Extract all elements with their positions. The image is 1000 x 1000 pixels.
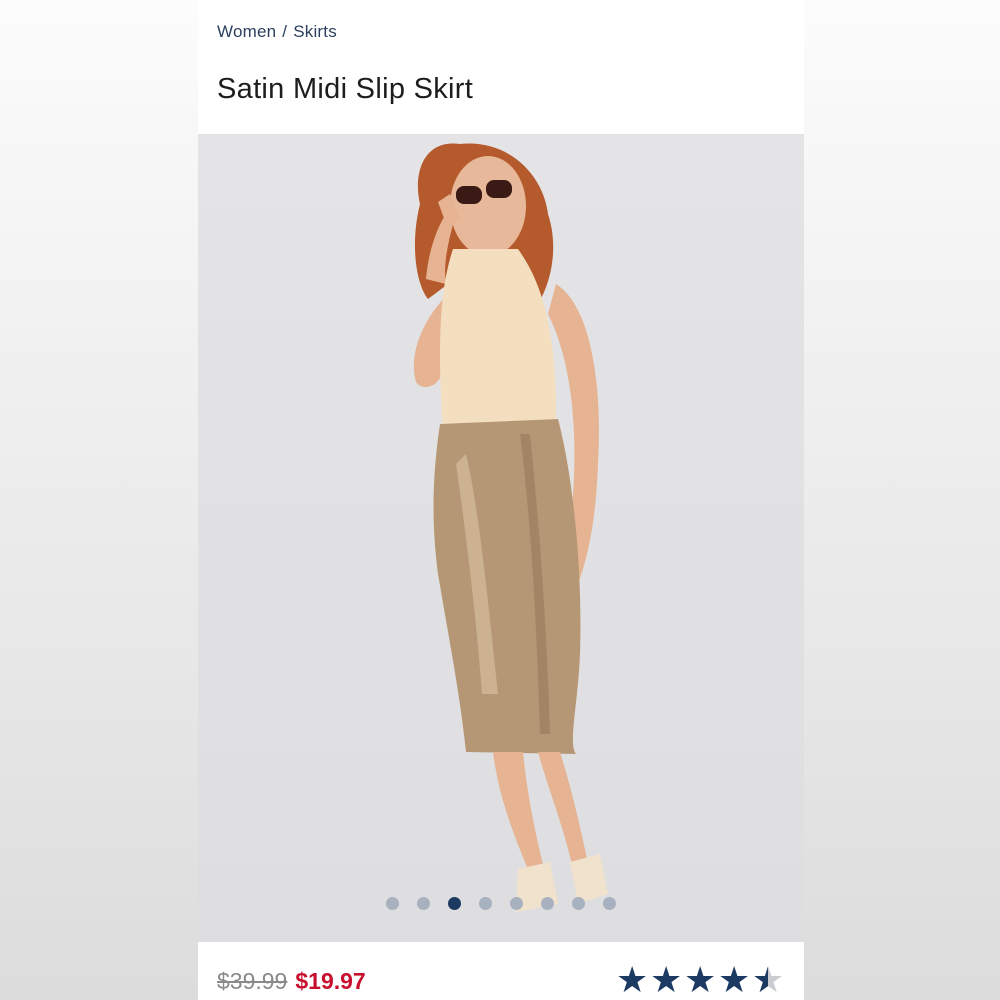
carousel-dot[interactable]	[572, 897, 585, 910]
original-price: $39.99	[217, 968, 288, 994]
product-page: Women / Skirts Satin Midi Slip Skirt $39…	[198, 0, 804, 1000]
product-title: Satin Midi Slip Skirt	[217, 73, 474, 105]
star-full-icon: ★	[616, 959, 649, 1000]
star-full-icon: ★	[650, 959, 683, 1000]
carousel-dot[interactable]	[603, 897, 616, 910]
sale-price: $19.97	[295, 968, 366, 994]
breadcrumb-link-skirts[interactable]: Skirts	[293, 22, 337, 41]
star-full-icon: ★	[718, 959, 751, 1000]
background-left	[0, 0, 198, 1000]
background-right	[804, 0, 1000, 1000]
carousel-pagination	[198, 897, 804, 910]
carousel-dot[interactable]	[417, 897, 430, 910]
carousel-dot[interactable]	[386, 897, 399, 910]
carousel-dot[interactable]	[448, 897, 461, 910]
breadcrumb: Women / Skirts	[217, 22, 337, 42]
carousel-dot[interactable]	[541, 897, 554, 910]
price-row: $39.99 $19.97	[217, 968, 366, 995]
carousel-dot[interactable]	[510, 897, 523, 910]
star-half-icon: ★★	[752, 959, 785, 1000]
star-rating[interactable]: ★★★★★★	[616, 962, 784, 998]
breadcrumb-link-women[interactable]: Women	[217, 22, 276, 41]
carousel-dot[interactable]	[479, 897, 492, 910]
product-photo	[413, 143, 608, 912]
breadcrumb-separator: /	[282, 22, 288, 41]
star-full-icon: ★	[684, 959, 717, 1000]
product-image-carousel[interactable]	[198, 134, 804, 942]
